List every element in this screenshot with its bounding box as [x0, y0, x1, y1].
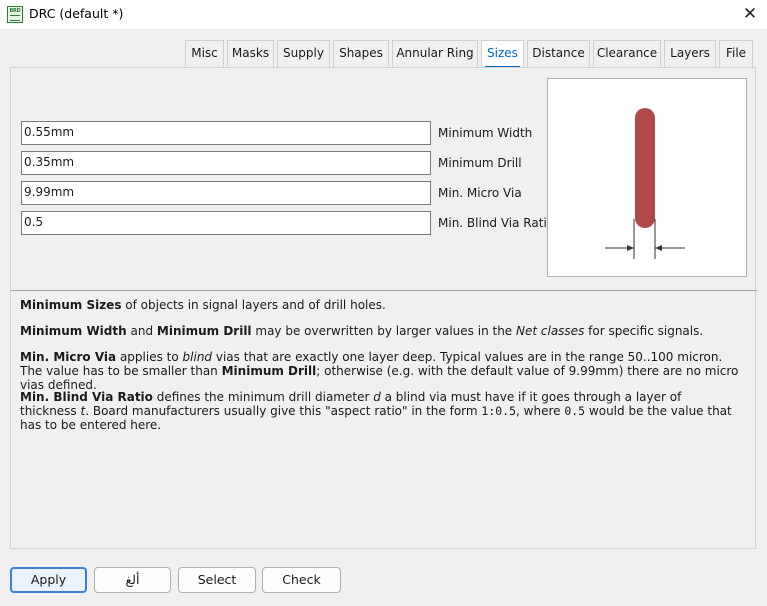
min-width-label: Minimum Width [438, 126, 533, 140]
select-button[interactable]: Select [178, 567, 256, 593]
apply-button[interactable]: Apply [10, 567, 87, 593]
check-button[interactable]: Check [262, 567, 341, 593]
min-micro-via-input[interactable]: 9.99mm [21, 181, 431, 205]
tab-clearance[interactable]: Clearance [593, 40, 661, 67]
tab-masks[interactable]: Masks [227, 40, 274, 67]
panel-divider [11, 290, 757, 291]
window-title: DRC (default *) [29, 6, 124, 21]
tab-distance[interactable]: Distance [527, 40, 590, 67]
min-blind-via-ratio-input[interactable]: 0.5 [21, 211, 431, 235]
trace-width-diagram [605, 108, 685, 259]
min-blind-via-ratio-label: Min. Blind Via Ratio [438, 216, 555, 230]
arrowhead-right [655, 245, 662, 251]
help-micro-via: Min. Micro Via applies to blind vias tha… [20, 350, 739, 392]
tab-layers[interactable]: Layers [664, 40, 716, 67]
tab-supply[interactable]: Supply [277, 40, 330, 67]
size-preview-image [547, 78, 747, 277]
help-blind-via-ratio: Min. Blind Via Ratio defines the minimum… [20, 390, 732, 432]
tab-shapes[interactable]: Shapes [333, 40, 389, 67]
tab-annular-ring[interactable]: Annular Ring [392, 40, 478, 67]
help-width-drill: Minimum Width and Minimum Drill may be o… [20, 324, 704, 338]
sizes-panel: 0.55mm Minimum Width 0.35mm Minimum Dril… [10, 67, 757, 549]
min-drill-input[interactable]: 0.35mm [21, 151, 431, 175]
title-bar: BRD DRC (default *) ✕ [0, 0, 767, 29]
help-minimum-sizes: Minimum Sizes of objects in signal layer… [20, 298, 386, 312]
tab-sizes[interactable]: Sizes [481, 40, 524, 68]
min-drill-label: Minimum Drill [438, 156, 522, 170]
trace-shape [635, 108, 655, 228]
tab-misc[interactable]: Misc [185, 40, 224, 67]
app-icon: BRD [7, 6, 23, 23]
min-micro-via-label: Min. Micro Via [438, 186, 522, 200]
tab-file[interactable]: File [719, 40, 753, 67]
cancel-button[interactable]: ألغ [94, 567, 171, 593]
min-width-input[interactable]: 0.55mm [21, 121, 431, 145]
close-icon[interactable]: ✕ [736, 2, 764, 26]
app-icon-text: BRD [9, 8, 21, 14]
arrowhead-left [627, 245, 634, 251]
